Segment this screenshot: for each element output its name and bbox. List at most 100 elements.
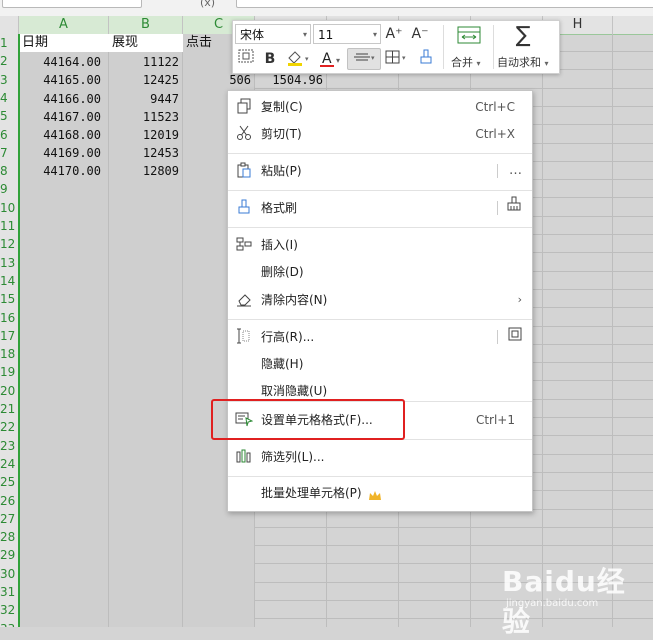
name-box[interactable] [2,0,142,8]
cell-b2[interactable]: 11122 [109,53,183,71]
menu-item-format-painter[interactable]: 格式刷 [228,195,532,221]
merge-cells-icon [457,26,481,44]
row-header-23[interactable]: 23 [0,437,18,455]
cell-b6[interactable]: 12019 [109,126,183,144]
menu-item-cut[interactable]: 剪切(T) Ctrl+X [228,121,532,147]
row-header-20[interactable]: 20 [0,382,18,400]
row-header-19[interactable]: 19 [0,363,18,381]
cell-b8[interactable]: 12809 [109,162,183,180]
row-header-15[interactable]: 15 [0,290,18,308]
watermark-url: jingyan.baidu.com [506,598,599,609]
row-header-4[interactable]: 4 [0,89,18,107]
scissors-icon [235,125,253,143]
bold-button[interactable]: B [259,49,281,69]
autosum-label[interactable]: 自动求和 ▾ [497,54,549,70]
best-fit-icon[interactable] [508,324,522,350]
cell-a7[interactable]: 44169.00 [19,144,109,162]
cell-b3[interactable]: 12425 [109,71,183,89]
row-header-13[interactable]: 13 [0,254,18,272]
highlight-box [211,399,405,440]
baidu-watermark: Baidu经验 jingyan.baidu.com [502,556,652,638]
cell-b7[interactable]: 12453 [109,144,183,162]
row-header-22[interactable]: 22 [0,418,18,436]
menu-item-hide[interactable]: 隐藏(H) [228,351,532,377]
cell-a3[interactable]: 44165.00 [19,71,109,89]
row-header-18[interactable]: 18 [0,345,18,363]
cell-a8[interactable]: 44170.00 [19,162,109,180]
format-painter-button[interactable] [415,49,437,69]
select-all-corner[interactable] [0,16,19,34]
format-painter-lock-icon[interactable] [506,195,522,221]
borders-button[interactable]: ▾ [383,49,411,69]
menu-item-label: 复制(C) [261,100,303,114]
fill-color-button[interactable]: ▾ [283,49,313,69]
format-cells-mini-button[interactable] [235,49,257,69]
row-header-12[interactable]: 12 [0,235,18,253]
row-header-30[interactable]: 30 [0,565,18,583]
row-header-16[interactable]: 16 [0,309,18,327]
row-header-9[interactable]: 9 [0,180,18,198]
row-header-1[interactable]: 1 [0,34,18,52]
menu-item-filter-columns[interactable]: 筛选列(L)... [228,444,532,470]
decrease-font-icon: A⁻ [411,26,429,42]
row-header-33[interactable]: 33 [0,620,18,627]
row-header-24[interactable]: 24 [0,455,18,473]
font-color-button[interactable]: A ▾ [317,49,345,69]
row-header-14[interactable]: 14 [0,272,18,290]
row-header-28[interactable]: 28 [0,528,18,546]
font-size-select[interactable]: 11 ▾ [313,24,381,44]
menu-item-paste[interactable]: 粘贴(P) … [228,158,532,184]
row-header-3[interactable]: 3 [0,71,18,89]
row-header-32[interactable]: 32 [0,601,18,619]
row-header-8[interactable]: 8 [0,162,18,180]
row-header-27[interactable]: 27 [0,510,18,528]
row-header-2[interactable]: 2 [0,52,18,70]
row-header-26[interactable]: 26 [0,492,18,510]
menu-item-delete[interactable]: 删除(D) [228,259,532,285]
cell-a6[interactable]: 44168.00 [19,126,109,144]
cell-a2[interactable]: 44164.00 [19,53,109,71]
row-header-21[interactable]: 21 [0,400,18,418]
formula-input[interactable] [236,0,653,8]
row-header-25[interactable]: 25 [0,473,18,491]
row-header-31[interactable]: 31 [0,583,18,601]
cell-b1[interactable]: 展现 [109,34,183,52]
increase-font-button[interactable]: A⁺ [383,24,405,44]
svg-text:▾: ▾ [402,54,406,62]
menu-item-batch-process[interactable]: 批量处理单元格(P) [228,480,532,506]
column-header-b[interactable]: B [109,16,183,34]
menu-item-label: 格式刷 [261,201,298,215]
column-header-a[interactable]: A [19,16,109,34]
menu-item-row-height[interactable]: 行高(R)... [228,324,532,350]
cell-a1[interactable]: 日期 [19,34,109,52]
row-header-29[interactable]: 29 [0,546,18,564]
menu-item-label: 筛选列(L)... [261,450,325,464]
row-header-5[interactable]: 5 [0,107,18,125]
merge-button[interactable] [449,24,489,50]
row-header-11[interactable]: 11 [0,217,18,235]
cell-a4[interactable]: 44166.00 [19,90,109,108]
toolbar-divider [493,25,494,69]
selection-border [18,34,20,627]
cell-b4[interactable]: 9447 [109,90,183,108]
row-header-7[interactable]: 7 [0,144,18,162]
autosum-button[interactable]: ∑ [509,23,537,49]
menu-item-label: 粘贴(P) [261,164,302,178]
merge-label[interactable]: 合并 ▾ [451,54,481,70]
menu-item-insert[interactable]: 插入(I) [228,232,532,258]
font-name-select[interactable]: 宋体 ▾ [235,24,311,44]
menu-item-divider [497,330,498,344]
menu-item-copy[interactable]: 复制(C) Ctrl+C [228,94,532,120]
row-header-10[interactable]: 10 [0,199,18,217]
menu-item-clear-contents[interactable]: 清除内容(N) › [228,287,532,313]
row-header-6[interactable]: 6 [0,126,18,144]
column-header-i[interactable] [613,16,653,34]
cell-a5[interactable]: 44167.00 [19,108,109,126]
more-options-icon[interactable]: … [509,158,522,184]
decrease-font-button[interactable]: A⁻ [409,24,431,44]
align-button[interactable]: ▾ [347,48,381,70]
row-header-17[interactable]: 17 [0,327,18,345]
column-h[interactable] [543,34,613,627]
cell-b5[interactable]: 11523 [109,108,183,126]
svg-text:▾: ▾ [305,55,309,63]
